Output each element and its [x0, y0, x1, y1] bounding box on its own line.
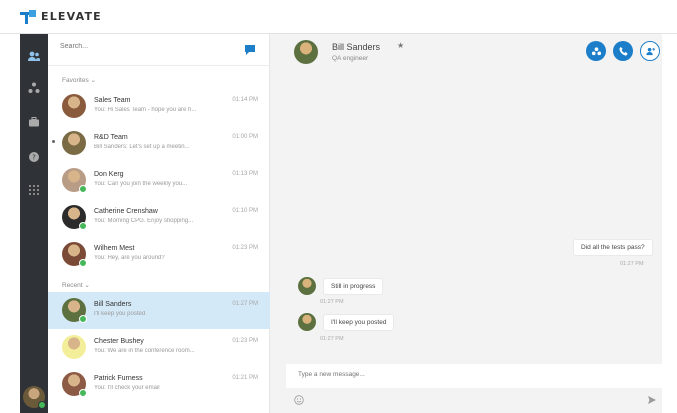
conversation-name: Sales Team — [94, 97, 131, 104]
online-status-dot — [79, 259, 87, 267]
conversation-time: 01:23 PM — [232, 245, 258, 251]
sender-avatar — [298, 277, 316, 295]
message-time: 01:27 PM — [620, 261, 644, 267]
online-status-dot — [79, 389, 87, 397]
search-input[interactable] — [60, 43, 210, 50]
conversation-name: Chester Bushey — [94, 338, 144, 345]
org-chart-icon[interactable] — [26, 80, 42, 96]
conversation-preview: You: Can you join the weekly you... — [94, 181, 188, 187]
online-status-dot — [79, 185, 87, 193]
conversation-time: 01:23 PM — [232, 338, 258, 344]
message-incoming: I'll keep you posted — [324, 315, 394, 330]
conversation-item[interactable]: Patrick Furness You: I'll check your emai… — [48, 366, 270, 403]
my-avatar[interactable] — [23, 386, 46, 409]
conversation-list: Favorites ⌄ Sales Team You: Hi Sales Team… — [48, 34, 270, 413]
message-input[interactable] — [298, 371, 598, 378]
help-icon[interactable]: ? — [26, 149, 42, 165]
contact-avatar[interactable] — [294, 40, 318, 64]
conversation-item[interactable]: Bill Sanders I'll keep you posted 01:27 PM — [48, 292, 270, 329]
favorite-star-icon[interactable]: ★ — [397, 41, 404, 50]
video-call-button[interactable] — [586, 41, 606, 61]
add-participant-button[interactable] — [640, 41, 660, 61]
voice-call-button[interactable] — [613, 41, 633, 61]
conversation-item[interactable]: Chester Bushey You: We are in the confere… — [48, 329, 270, 366]
search-bar — [48, 34, 270, 66]
online-status-dot — [38, 401, 46, 409]
svg-text:?: ? — [32, 154, 36, 162]
message-composer — [286, 364, 662, 388]
conversation-name: Bill Sanders — [94, 301, 132, 308]
conversation-time: 01:10 PM — [232, 208, 258, 214]
emoji-icon[interactable] — [294, 395, 304, 405]
conversation-avatar — [62, 335, 86, 359]
section-favorites[interactable]: Favorites ⌄ — [62, 76, 96, 84]
people-icon — [591, 46, 601, 55]
sender-avatar — [298, 313, 316, 331]
online-status-dot — [79, 222, 87, 230]
conversation-avatar — [62, 131, 86, 155]
unread-indicator — [52, 140, 55, 143]
apps-grid-icon[interactable] — [26, 182, 42, 198]
add-user-icon — [645, 47, 655, 55]
conversation-name: R&D Team — [94, 134, 128, 141]
top-bar: ELEVATE — [0, 0, 677, 34]
conversation-name: Don Kerg — [94, 171, 124, 178]
phone-icon — [618, 46, 628, 56]
conversation-preview: You: We are in the conference room... — [94, 348, 195, 354]
conversation-item[interactable]: Catherine Crenshaw You: Morning CPG. Enjo… — [48, 199, 270, 236]
conversation-preview: You: Hey, are you around? — [94, 255, 165, 261]
conversation-item[interactable]: Wilhem Mest You: Hey, are you around? 01:2… — [48, 236, 270, 273]
send-icon[interactable] — [647, 395, 657, 405]
nav-rail: ? — [20, 34, 48, 413]
conversation-name: Catherine Crenshaw — [94, 208, 158, 215]
new-chat-icon[interactable] — [244, 44, 256, 55]
message-time: 01:27 PM — [320, 299, 344, 305]
conversation-preview: You: Hi Sales Team - hope you are h... — [94, 107, 197, 113]
conversation-time: 01:27 PM — [232, 301, 258, 307]
conversation-preview: You: Morning CPG. Enjoy shopping... — [94, 218, 194, 224]
conversation-preview: Bill Sanders: Let's set up a meetin... — [94, 144, 190, 150]
message-incoming: Still in progress — [324, 279, 383, 294]
conversation-preview: I'll keep you posted — [94, 311, 146, 317]
conversation-time: 01:21 PM — [232, 375, 258, 381]
online-status-dot — [79, 315, 87, 323]
conversation-item[interactable]: Don Kerg You: Can you join the weekly you… — [48, 162, 270, 199]
contact-status: QA engineer — [332, 55, 369, 62]
conversation-time: 01:00 PM — [232, 134, 258, 140]
section-recent[interactable]: Recent ⌄ — [62, 281, 90, 289]
conversation-name: Wilhem Mest — [94, 245, 135, 252]
brand-name: ELEVATE — [41, 10, 102, 23]
message-outgoing: Did all the tests pass? — [574, 240, 652, 255]
elevate-logo-icon — [20, 9, 36, 24]
message-time: 01:27 PM — [320, 336, 344, 342]
conversation-preview: You: I'll check your email — [94, 385, 160, 391]
contact-name[interactable]: Bill Sanders — [332, 42, 380, 52]
briefcase-icon[interactable] — [26, 114, 42, 130]
contacts-icon[interactable] — [26, 48, 42, 64]
chat-pane: Bill Sanders ★ QA engineer Did all the t… — [270, 34, 662, 413]
conversation-item[interactable]: Sales Team You: Hi Sales Team - hope you … — [48, 88, 270, 125]
conversation-time: 01:13 PM — [232, 171, 258, 177]
conversation-avatar — [62, 94, 86, 118]
chat-header: Bill Sanders ★ QA engineer — [270, 34, 662, 72]
conversation-name: Patrick Furness — [94, 375, 143, 382]
conversation-time: 01:14 PM — [232, 97, 258, 103]
conversation-item[interactable]: R&D Team Bill Sanders: Let's set up a mee… — [48, 125, 270, 162]
